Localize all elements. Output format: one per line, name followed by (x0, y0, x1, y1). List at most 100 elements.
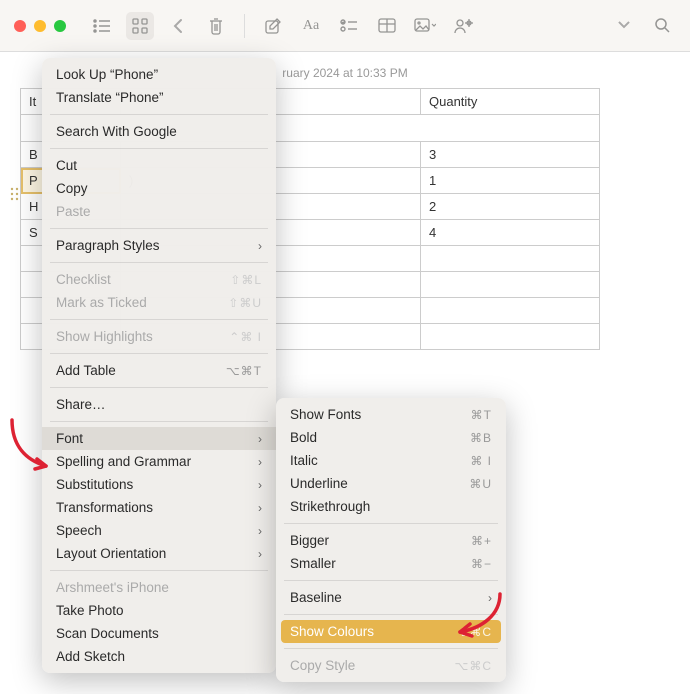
menu-item-smaller[interactable]: Smaller⌘− (276, 552, 506, 575)
menu-shortcut: ⌘T (471, 408, 492, 422)
context-menu[interactable]: Look Up “Phone” Translate “Phone” Search W… (42, 58, 276, 673)
table-cell[interactable] (421, 298, 600, 324)
chevron-right-icon: › (258, 478, 262, 492)
menu-item-label: Strikethrough (290, 499, 370, 514)
menu-separator (50, 353, 268, 354)
menu-item-show-colours[interactable]: Show Colours⇧⌘C (281, 620, 501, 643)
traffic-lights (14, 20, 66, 32)
menu-item-label: Copy Style (290, 658, 355, 673)
menu-separator (50, 421, 268, 422)
table-icon[interactable] (373, 12, 401, 40)
table-cell[interactable] (421, 272, 600, 298)
search-icon[interactable] (648, 12, 676, 40)
menu-item-copy[interactable]: Copy (42, 177, 276, 200)
menu-item-italic[interactable]: Italic⌘ I (276, 449, 506, 472)
list-view-icon[interactable] (88, 12, 116, 40)
menu-separator (50, 262, 268, 263)
menu-item-baseline[interactable]: Baseline › (276, 586, 506, 609)
menu-item-label: Bigger (290, 533, 329, 548)
menu-separator (50, 319, 268, 320)
chevron-right-icon: › (258, 239, 262, 253)
menu-item-label: Paste (56, 204, 91, 219)
minimize-window-button[interactable] (34, 20, 46, 32)
menu-item-label: Share… (56, 397, 106, 412)
font-submenu[interactable]: Show Fonts⌘TBold⌘BItalic⌘ IUnderline⌘U St… (276, 398, 506, 682)
menu-separator (50, 114, 268, 115)
menu-item-label: Take Photo (56, 603, 124, 618)
menu-separator (284, 648, 498, 649)
menu-item-label: Search With Google (56, 124, 177, 139)
menu-item-font[interactable]: Font› (42, 427, 276, 450)
menu-shortcut: ⌘ I (470, 454, 492, 468)
menu-item-checklist: Checklist ⇧⌘L (42, 268, 276, 291)
table-cell[interactable]: 3 (421, 142, 600, 168)
menu-item-label: Spelling and Grammar (56, 454, 191, 469)
menu-separator (50, 570, 268, 571)
table-cell[interactable]: 1 (421, 168, 600, 194)
menu-shortcut: ⌥⌘T (226, 364, 262, 378)
menu-item-underline[interactable]: Underline⌘U (276, 472, 506, 495)
menu-item-label: Baseline (290, 590, 342, 605)
chevron-right-icon: › (258, 455, 262, 469)
table-cell[interactable] (421, 324, 600, 350)
chevron-right-icon: › (258, 524, 262, 538)
row-drag-handle[interactable] (10, 184, 20, 204)
menu-item-spelling-and-grammar[interactable]: Spelling and Grammar › (42, 450, 276, 473)
menu-item-search-with-google[interactable]: Search With Google (42, 120, 276, 143)
menu-item-label: Scan Documents (56, 626, 159, 641)
menu-item-scan-documents[interactable]: Scan Documents (42, 622, 276, 645)
menu-item-label: Show Highlights (56, 329, 153, 344)
fullscreen-window-button[interactable] (54, 20, 66, 32)
menu-item-share[interactable]: Share… (42, 393, 276, 416)
menu-item-add-sketch[interactable]: Add Sketch (42, 645, 276, 668)
menu-item-label: Copy (56, 181, 88, 196)
collaborate-icon[interactable] (449, 12, 477, 40)
menu-item-substitutions[interactable]: Substitutions › (42, 473, 276, 496)
table-cell[interactable] (421, 246, 600, 272)
menu-item-bigger[interactable]: Bigger⌘+ (276, 529, 506, 552)
menu-item-label: Cut (56, 158, 77, 173)
menu-item-label: Transformations (56, 500, 153, 515)
format-text-icon[interactable]: Aa (297, 12, 325, 40)
back-icon[interactable] (164, 12, 192, 40)
menu-shortcut: ⌘B (470, 431, 492, 445)
menu-shortcut: ⌘− (471, 557, 492, 571)
menu-item-bold[interactable]: Bold⌘B (276, 426, 506, 449)
menu-item-speech[interactable]: Speech› (42, 519, 276, 542)
close-window-button[interactable] (14, 20, 26, 32)
menu-item-copy-style: Copy Style ⌥⌘C (276, 654, 506, 677)
menu-item-label: Translate “Phone” (56, 90, 164, 105)
menu-item-paragraph-styles[interactable]: Paragraph Styles› (42, 234, 276, 257)
menu-item-take-photo[interactable]: Take Photo (42, 599, 276, 622)
menu-item-label: Checklist (56, 272, 111, 287)
menu-shortcut: ⇧⌘L (230, 273, 262, 287)
menu-item-add-table[interactable]: Add Table⌥⌘T (42, 359, 276, 382)
window-toolbar: Aa (0, 0, 690, 52)
menu-item-show-fonts[interactable]: Show Fonts⌘T (276, 403, 506, 426)
table-cell[interactable]: 2 (421, 194, 600, 220)
menu-shortcut: ⌘U (469, 477, 492, 491)
menu-separator (284, 523, 498, 524)
menu-item-transformations[interactable]: Transformations› (42, 496, 276, 519)
chevron-right-icon: › (488, 591, 492, 605)
menu-shortcut: ⇧⌘C (458, 625, 492, 639)
more-icon[interactable] (610, 12, 638, 40)
checklist-icon[interactable] (335, 12, 363, 40)
menu-item-strikethrough[interactable]: Strikethrough (276, 495, 506, 518)
menu-item-look-up-phone[interactable]: Look Up “Phone” (42, 63, 276, 86)
table-cell[interactable]: 4 (421, 220, 600, 246)
menu-item-translate-phone[interactable]: Translate “Phone” (42, 86, 276, 109)
grid-view-icon[interactable] (126, 12, 154, 40)
menu-shortcut: ⌥⌘C (455, 659, 493, 673)
menu-item-label: Font (56, 431, 83, 446)
menu-item-label: Layout Orientation (56, 546, 166, 561)
menu-item-label: Substitutions (56, 477, 133, 492)
compose-icon[interactable] (259, 12, 287, 40)
table-cell[interactable]: Quantity (421, 89, 600, 115)
trash-icon[interactable] (202, 12, 230, 40)
media-icon[interactable] (411, 12, 439, 40)
menu-item-cut[interactable]: Cut (42, 154, 276, 177)
menu-item-mark-as-ticked: Mark as Ticked⇧⌘U (42, 291, 276, 314)
menu-item-layout-orientation[interactable]: Layout Orientation› (42, 542, 276, 565)
menu-item-label: Look Up “Phone” (56, 67, 158, 82)
